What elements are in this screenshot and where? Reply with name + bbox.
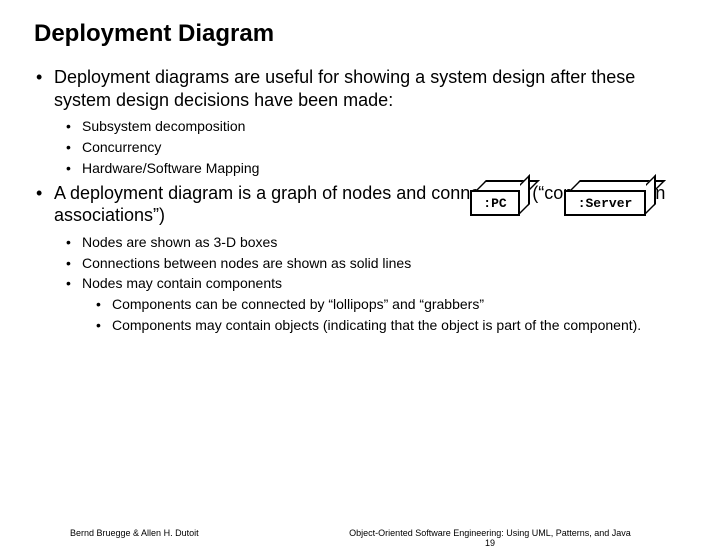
uml-node-pc-label: :PC <box>483 196 506 211</box>
slide-title: Deployment Diagram <box>34 20 690 48</box>
footer-authors: Bernd Bruegge & Allen H. Dutoit <box>70 528 199 538</box>
bullet-p1-sub-1: Concurrency <box>64 138 690 157</box>
bullet-p2-subsub-1: Components may contain objects (indicati… <box>94 316 690 334</box>
bullet-p2-sub-2-text: Nodes may contain components <box>82 275 282 291</box>
footer-book: Object-Oriented Software Engineering: Us… <box>320 528 660 548</box>
footer-book-title: Object-Oriented Software Engineering: Us… <box>349 528 631 538</box>
uml-node-server: :Server <box>564 190 646 216</box>
bullet-p2-sub-1: Connections between nodes are shown as s… <box>64 254 690 273</box>
bullet-p1-text: Deployment diagrams are useful for showi… <box>54 67 635 110</box>
uml-node-pc: :PC <box>470 190 520 216</box>
bullet-p1-sub-0: Subsystem decomposition <box>64 117 690 136</box>
bullet-p2-sub-2: Nodes may contain components Components … <box>64 274 690 333</box>
bullet-p2-sub-0: Nodes are shown as 3-D boxes <box>64 233 690 252</box>
bullet-p1: Deployment diagrams are useful for showi… <box>34 66 690 178</box>
bullet-p1-sub-2: Hardware/Software Mapping <box>64 159 690 178</box>
uml-node-server-label: :Server <box>578 196 633 211</box>
bullet-p2-subsub-0: Components can be connected by “lollipop… <box>94 295 690 313</box>
